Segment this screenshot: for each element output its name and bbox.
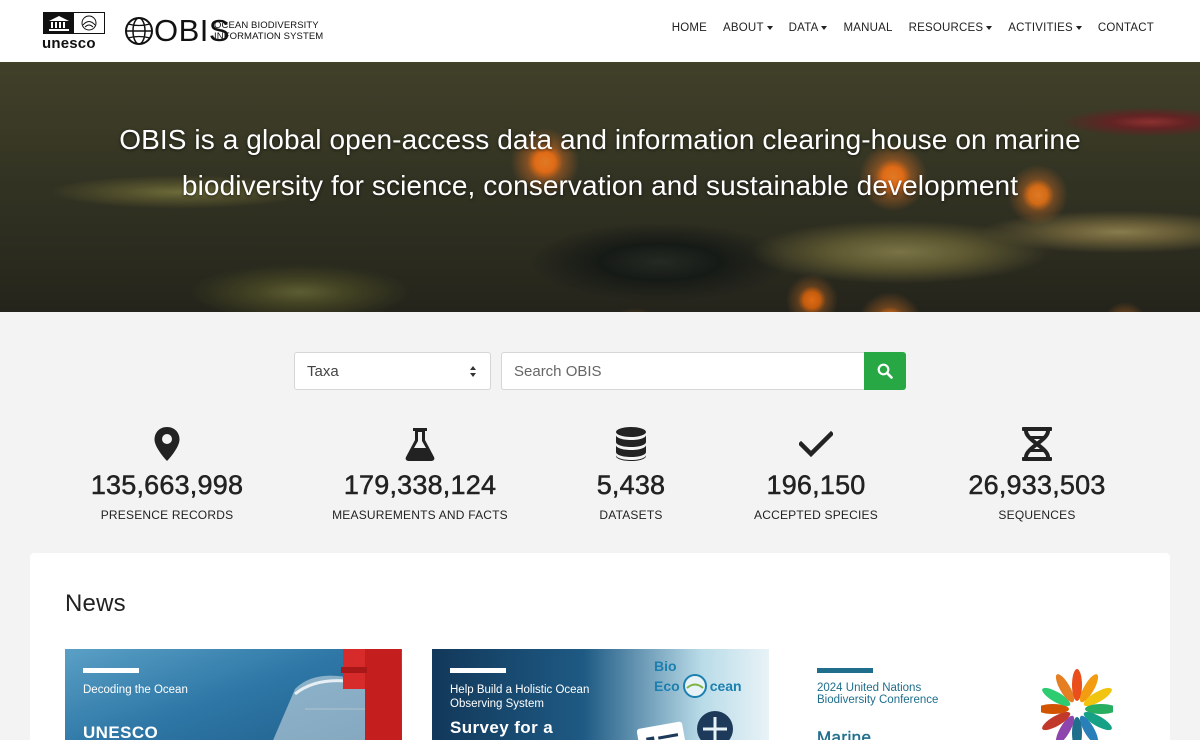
stat-value: 26,933,503 [968,470,1106,501]
news-heading: News [65,590,126,617]
top-navbar: unesco OBIS OCEAN BIODIVERSITY INFORMATI… [0,0,1200,62]
nav-manual-label: MANUAL [843,22,893,34]
news-item-decoding-ocean[interactable]: Decoding the Ocean UNESCO [65,649,402,740]
news-kicker: Help Build a Holistic Ocean Observing Sy… [450,684,590,710]
stat-label: ACCEPTED SPECIES [754,508,878,522]
news-kicker: Decoding the Ocean [83,684,188,696]
nav-contact[interactable]: CONTACT [1090,22,1162,34]
news-item-bioecocean-survey[interactable]: Help Build a Holistic Ocean Observing Sy… [432,649,769,740]
unesco-wordmark: unesco [42,35,96,52]
bioecocean-logo-line1: Bio [654,658,677,674]
check-icon [799,430,833,458]
search-type-value: Taxa [307,363,339,380]
nav-manual[interactable]: MANUAL [835,22,900,34]
stat-value: 135,663,998 [90,470,244,501]
nav-data[interactable]: DATA [781,22,836,34]
bioecocean-logo-line3: cean [709,678,742,694]
news-headline: Survey for a [450,718,554,737]
nav-about-label: ABOUT [723,22,764,34]
map-marker-icon [154,427,180,461]
stat-sequences: 26,933,503 SEQUENCES [917,424,1157,522]
nav-activities[interactable]: ACTIVITIES [1000,22,1090,34]
nav-resources-label: RESOURCES [908,22,984,34]
caret-down-icon [821,26,828,30]
unesco-temple-icon [43,12,105,34]
search-type-select[interactable]: Taxa [294,352,491,390]
news-accent-bar [817,668,873,673]
nav-home-label: HOME [671,22,708,34]
search-input[interactable] [501,352,865,390]
search-icon [877,363,893,379]
nav-resources[interactable]: RESOURCES [901,22,1001,34]
nav-about[interactable]: ABOUT [715,22,781,34]
stat-measurements: 179,338,124 MEASUREMENTS AND FACTS [300,424,540,522]
stats-row: 135,663,998 PRESENCE RECORDS 179,338,124… [0,424,1200,534]
stat-value: 196,150 [766,470,866,501]
stat-label: SEQUENCES [998,508,1076,522]
obis-subtitle-line2: INFORMATION SYSTEM [214,30,324,42]
stat-label: MEASUREMENTS AND FACTS [332,508,508,522]
hero-banner: OBIS is a global open-access data and in… [0,62,1200,312]
news-section: News Decoding the Ocean UNESCO Help Buil… [30,553,1170,740]
news-kicker: 2024 United Nations Biodiversity Confere… [817,682,939,706]
stat-label: PRESENCE RECORDS [100,508,234,522]
news-headline: Marine [817,728,872,740]
ocean-globe-icon [682,674,707,698]
stat-value: 179,338,124 [343,470,497,501]
news-accent-bar [83,668,139,673]
dna-icon [1022,427,1052,461]
nav-contact-label: CONTACT [1097,22,1154,34]
nav-data-label: DATA [788,22,819,34]
main-nav: HOME ABOUT DATA MANUAL RESOURCES ACTIVIT… [664,22,1162,34]
search-button[interactable] [864,352,906,390]
caret-down-icon [1075,26,1082,30]
bioecocean-logo: Bio Eco cean [654,659,742,699]
hero-tagline: OBIS is a global open-access data and in… [119,124,1081,201]
cop-flower-logo-icon [1041,669,1113,740]
news-accent-bar [450,668,506,673]
news-headline: UNESCO [83,723,159,740]
bioecocean-logo-line2: Eco [654,678,680,694]
caret-down-icon [986,26,993,30]
stat-presence-records: 135,663,998 PRESENCE RECORDS [47,424,287,522]
search-bar: Taxa [294,352,906,390]
flask-icon [405,428,435,461]
news-item-un-biodiversity[interactable]: 2024 United Nations Biodiversity Confere… [799,649,1136,740]
nav-activities-label: ACTIVITIES [1008,22,1073,34]
select-arrows-icon [470,366,478,378]
survey-illustration-icon [637,711,733,740]
stat-accepted-species: 196,150 ACCEPTED SPECIES [696,424,936,522]
obis-globe-icon [125,17,153,45]
sample-bottle-image [273,649,401,740]
nav-home[interactable]: HOME [664,22,715,34]
obis-subtitle-line1: OCEAN BIODIVERSITY [214,20,319,31]
caret-down-icon [766,26,773,30]
unesco-logo[interactable]: unesco [42,12,106,52]
database-icon [616,427,646,461]
obis-subtitle: OCEAN BIODIVERSITY INFORMATION SYSTEM [214,20,354,42]
